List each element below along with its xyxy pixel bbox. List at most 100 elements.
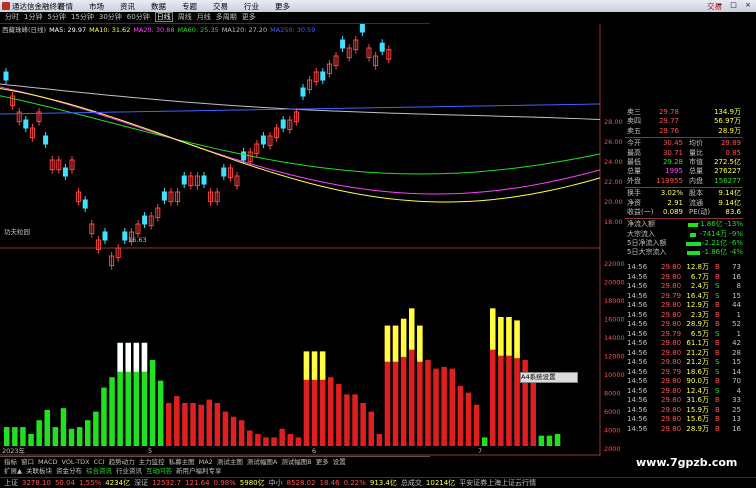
tick-count: 15: [732, 291, 741, 300]
tick-volume: 6.7万: [690, 272, 709, 281]
period-tab[interactable]: 30分钟: [99, 12, 122, 23]
indicator-bar: [214, 403, 221, 446]
tick-volume: 31.6万: [686, 396, 709, 404]
indicator-bar: [449, 368, 455, 446]
tick-count: 70: [732, 377, 741, 385]
tick-side: B: [715, 301, 720, 309]
tick-volume: 18.6万: [686, 367, 709, 376]
tick-side: B: [715, 320, 720, 328]
flow-label: 净流入额: [627, 220, 655, 229]
period-tab[interactable]: 日线: [154, 12, 173, 22]
window-controls[interactable]: ─ □ ×: [718, 1, 754, 9]
function-tab[interactable]: 行业资讯: [116, 466, 142, 476]
candle-body: [43, 135, 49, 145]
candle-body: [142, 215, 148, 225]
menu-item-trade[interactable]: 交易: [213, 1, 228, 12]
indicator-bar-top: [417, 325, 423, 362]
tick-count: 16: [732, 424, 741, 433]
price-axis-label: 20.00: [604, 198, 623, 206]
period-tab[interactable]: 多周期: [216, 12, 237, 23]
tick-count: 1: [736, 329, 741, 338]
menu-item-quotes[interactable]: 行情: [58, 1, 73, 12]
ask-row: 卖五 29.76 28.9万: [625, 127, 743, 136]
indicator-bar-top: [506, 317, 512, 356]
context-menu-item[interactable]: A4系统设置: [520, 372, 578, 383]
function-tab[interactable]: 关联板块: [26, 466, 52, 476]
indicator-bar: [473, 404, 480, 446]
indicator-bar: [457, 385, 464, 446]
tick-count: 33: [732, 396, 741, 404]
menu-item-data[interactable]: 数据: [151, 1, 166, 12]
tick-row: 14:56 29.80 2.4万 S 8: [625, 282, 743, 292]
period-tab[interactable]: 15分钟: [71, 12, 94, 23]
tick-time: 14:56: [627, 377, 648, 385]
tick-volume: 6.5万: [690, 329, 709, 338]
date-axis-label: 7: [478, 447, 482, 455]
indicator-bar: [255, 433, 261, 446]
stat-row: 收益(一) 0.089 PE(动) 83.6: [625, 208, 743, 217]
tick-row: 14:56 29.80 12.4万 S 4: [625, 387, 743, 397]
app-logo-icon: [2, 2, 10, 10]
tick-time: 14:56: [627, 415, 648, 423]
indicator-bar-top: [400, 318, 407, 357]
flow-amount: -1.86亿: [697, 220, 723, 229]
menu-item-industry[interactable]: 行业: [244, 1, 259, 12]
menu-item-market[interactable]: 市场: [89, 1, 104, 12]
stat-value: 30.45: [662, 139, 683, 148]
flow-label: 大宗流入: [627, 229, 655, 238]
flow-value: -7414万 -9%: [695, 230, 743, 239]
indicator-bar-top: [498, 317, 504, 356]
volume-bars-layer: [4, 308, 561, 446]
tick-count: 4: [736, 386, 741, 395]
stat-label: 今开: [627, 139, 641, 148]
stat-value: 119955: [656, 176, 683, 185]
menu-item-topics[interactable]: 专题: [182, 1, 197, 12]
stat-label-2: 量比: [689, 148, 703, 157]
period-tab[interactable]: 更多: [242, 12, 256, 23]
indicator-bar: [149, 360, 156, 446]
period-tab[interactable]: 月线: [197, 12, 211, 23]
ask-price: 29.76: [658, 126, 679, 135]
volume-axis-label: 8000: [604, 390, 621, 398]
stat-label: 总量: [627, 167, 641, 176]
stat-value-2: 83.6: [725, 207, 741, 216]
indicator-bar: [68, 428, 75, 446]
function-tab[interactable]: 资金分布: [56, 466, 82, 476]
indicator-title: 功夫粒园: [4, 228, 30, 236]
period-tab[interactable]: 1分钟: [24, 12, 42, 23]
tick-count: 52: [732, 320, 741, 328]
stat-value: 1995: [665, 167, 683, 176]
flow-value: -1.86亿 -4%: [695, 248, 743, 257]
menu-item-news[interactable]: 资讯: [120, 1, 135, 12]
tick-price: 29.80: [661, 405, 682, 414]
indicator-bar: [336, 384, 342, 446]
period-tab[interactable]: 分时: [5, 12, 19, 23]
menu-item-more[interactable]: 更多: [275, 1, 290, 12]
stat-value-2: 29.89: [720, 139, 741, 148]
stat-value: 2.91: [667, 198, 683, 207]
tick-row: 14:56 29.80 6.7万 B 16: [625, 273, 743, 283]
tick-side: B: [715, 272, 720, 281]
candle-body: [102, 231, 108, 241]
context-menu-label: A4系统设置: [521, 373, 556, 381]
stat-label-2: 股本: [689, 189, 703, 198]
period-tab[interactable]: 周线: [178, 12, 192, 23]
tick-side: B: [715, 348, 720, 357]
tick-time: 14:56: [627, 367, 648, 376]
function-tab[interactable]: 新用户福利专享: [176, 466, 222, 476]
price-axis-label: 24.00: [604, 158, 623, 166]
candle-body: [201, 175, 207, 185]
price-axis-label: 26.00: [604, 138, 623, 146]
kline-chart[interactable]: 28.00 26.00 24.00 22.00 20.00 18.00 16.63 22000…: [0, 24, 625, 456]
indicator-bar-top: [141, 342, 148, 372]
tick-count: 15: [732, 358, 741, 366]
period-tab[interactable]: 5分钟: [47, 12, 65, 23]
date-axis-label: 2023年: [2, 446, 26, 455]
function-tab[interactable]: 扩展▲: [4, 466, 22, 476]
period-tab[interactable]: 60分钟: [127, 12, 150, 23]
function-tab[interactable]: 互动问答: [146, 466, 172, 476]
tick-count: 16: [732, 272, 741, 281]
indicator-bar: [157, 380, 164, 446]
function-tab[interactable]: 综合资讯: [86, 466, 112, 476]
tick-list[interactable]: 14:56 29.80 12.8万 B 73 14:56 29.80 6.7万 B 16 14:56…: [625, 263, 743, 434]
